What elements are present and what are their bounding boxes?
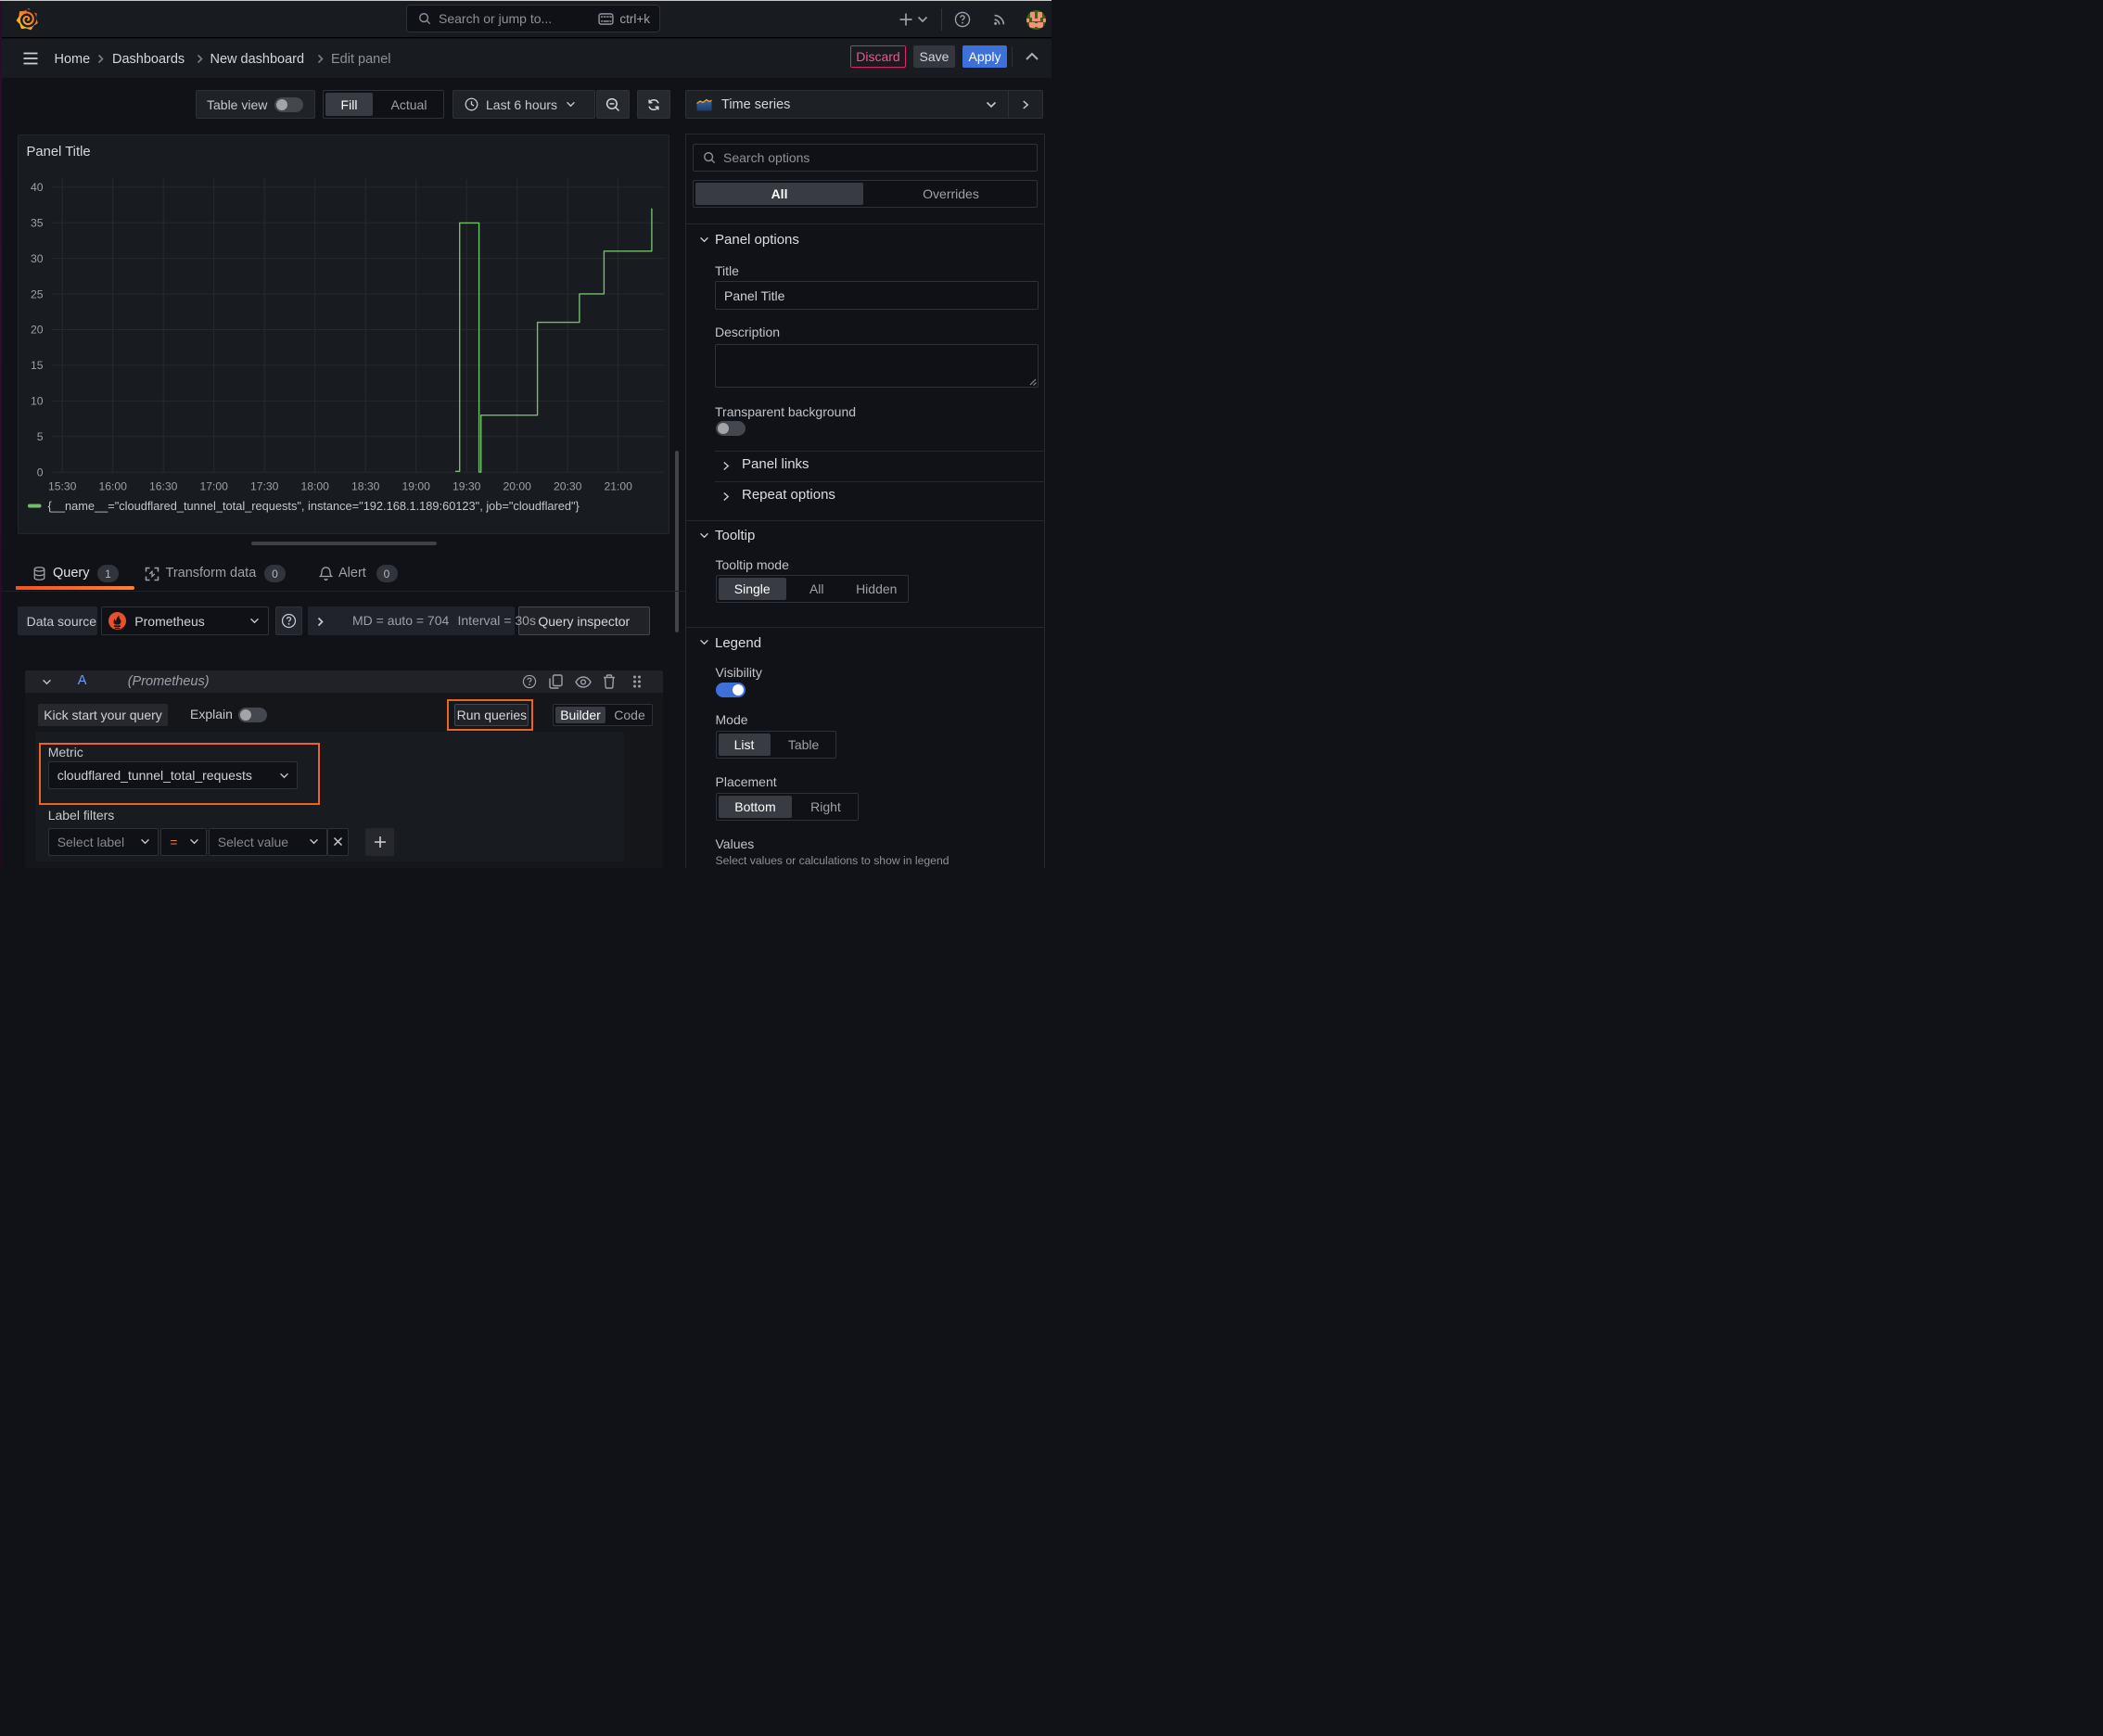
svg-text:20:30: 20:30: [554, 480, 582, 493]
svg-text:17:00: 17:00: [199, 480, 228, 493]
svg-text:35: 35: [31, 216, 44, 229]
svg-text:5: 5: [37, 430, 44, 443]
svg-text:15:30: 15:30: [48, 480, 77, 493]
svg-text:17:30: 17:30: [250, 480, 279, 493]
svg-text:18:00: 18:00: [300, 480, 329, 493]
svg-text:0: 0: [37, 466, 44, 479]
svg-text:20:00: 20:00: [503, 480, 531, 493]
svg-text:{__name__="cloudflared_tunnel_: {__name__="cloudflared_tunnel_total_requ…: [48, 499, 580, 513]
svg-text:16:00: 16:00: [98, 480, 127, 493]
svg-text:16:30: 16:30: [149, 480, 178, 493]
svg-text:15: 15: [31, 359, 44, 372]
svg-text:40: 40: [31, 181, 44, 194]
svg-text:21:00: 21:00: [604, 480, 632, 493]
svg-text:18:30: 18:30: [351, 480, 380, 493]
svg-text:19:00: 19:00: [401, 480, 430, 493]
svg-text:19:30: 19:30: [452, 480, 481, 493]
svg-text:25: 25: [31, 287, 44, 300]
svg-text:10: 10: [31, 395, 44, 408]
svg-text:20: 20: [31, 324, 44, 337]
svg-text:30: 30: [31, 252, 44, 265]
